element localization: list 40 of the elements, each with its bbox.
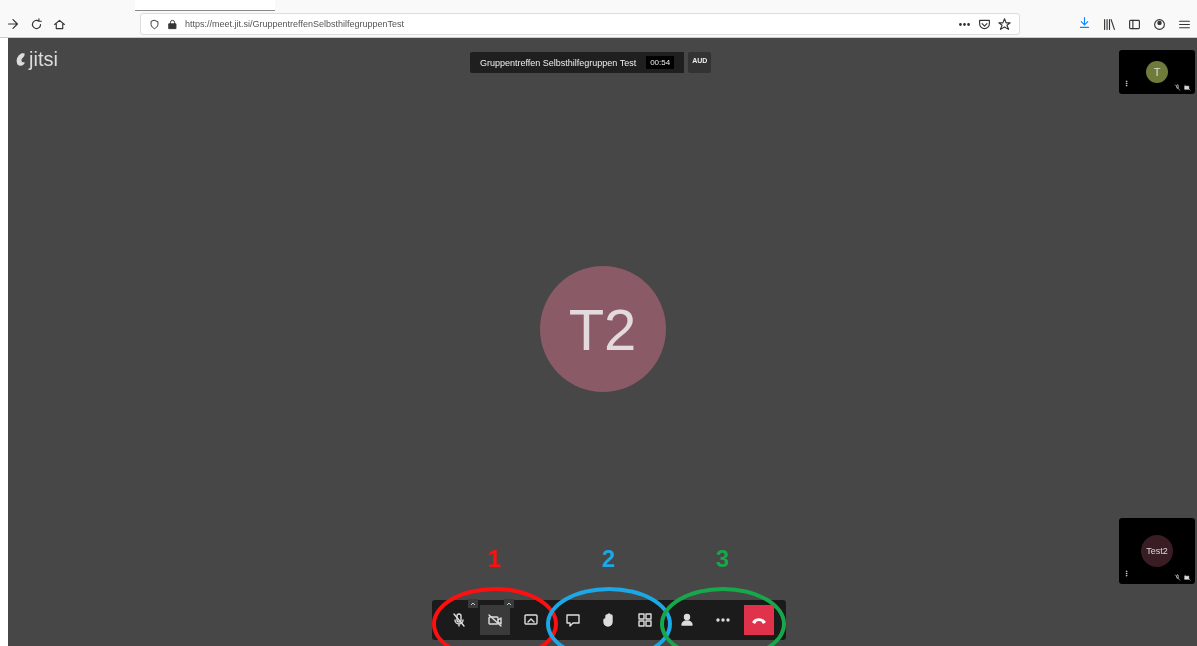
annotation-number: 1 [487, 545, 502, 573]
screen-share-icon [522, 612, 539, 628]
sidebar-icon [1128, 17, 1141, 31]
more-icon [1123, 80, 1130, 87]
camera-off-icon [1184, 574, 1191, 581]
participant-avatar: T [1146, 61, 1168, 83]
caret-icon[interactable] [467, 599, 478, 608]
pocket-icon [978, 17, 991, 31]
participant-thumbnail[interactable]: Test2 [1119, 518, 1195, 584]
more-icon [1123, 570, 1130, 577]
logo-text: jitsi [29, 48, 58, 71]
meeting-timer: 00:54 [646, 56, 675, 69]
star-icon [998, 17, 1011, 31]
microphone-muted-icon [1174, 574, 1181, 581]
library-icon [1103, 17, 1116, 31]
account-icon [1153, 17, 1166, 31]
reload-icon [30, 17, 43, 31]
hangup-button[interactable] [743, 605, 774, 635]
forward-icon [6, 17, 20, 31]
download-icon [1078, 16, 1091, 29]
lock-icon [167, 18, 178, 30]
annotation-number: 2 [601, 545, 616, 573]
browser-tab[interactable] [135, 0, 275, 11]
person-icon [678, 612, 695, 628]
home-icon [53, 17, 66, 31]
chat-icon [564, 612, 581, 628]
caret-icon[interactable] [503, 599, 514, 608]
tile-view-icon [636, 612, 653, 628]
microphone-muted-icon [1174, 84, 1181, 91]
participant-avatar: Test2 [1141, 535, 1173, 567]
meeting-title: Gruppentreffen Selbsthilfegruppen Test [479, 57, 637, 68]
address-bar[interactable]: https://meet.jit.si/GruppentreffenSelbsthilfegruppenTest [140, 13, 1020, 35]
camera-off-icon [1184, 84, 1191, 91]
url-text: https://meet.jit.si/GruppentreffenSelbsthilfegruppenTest [185, 19, 405, 29]
annotation-number: 3 [715, 545, 730, 573]
camera-off-icon [486, 612, 503, 628]
camera-button[interactable] [479, 605, 510, 635]
shield-icon [149, 18, 160, 30]
participant-thumbnail[interactable]: T [1119, 50, 1195, 94]
speaker-avatar: T2 [539, 266, 666, 392]
